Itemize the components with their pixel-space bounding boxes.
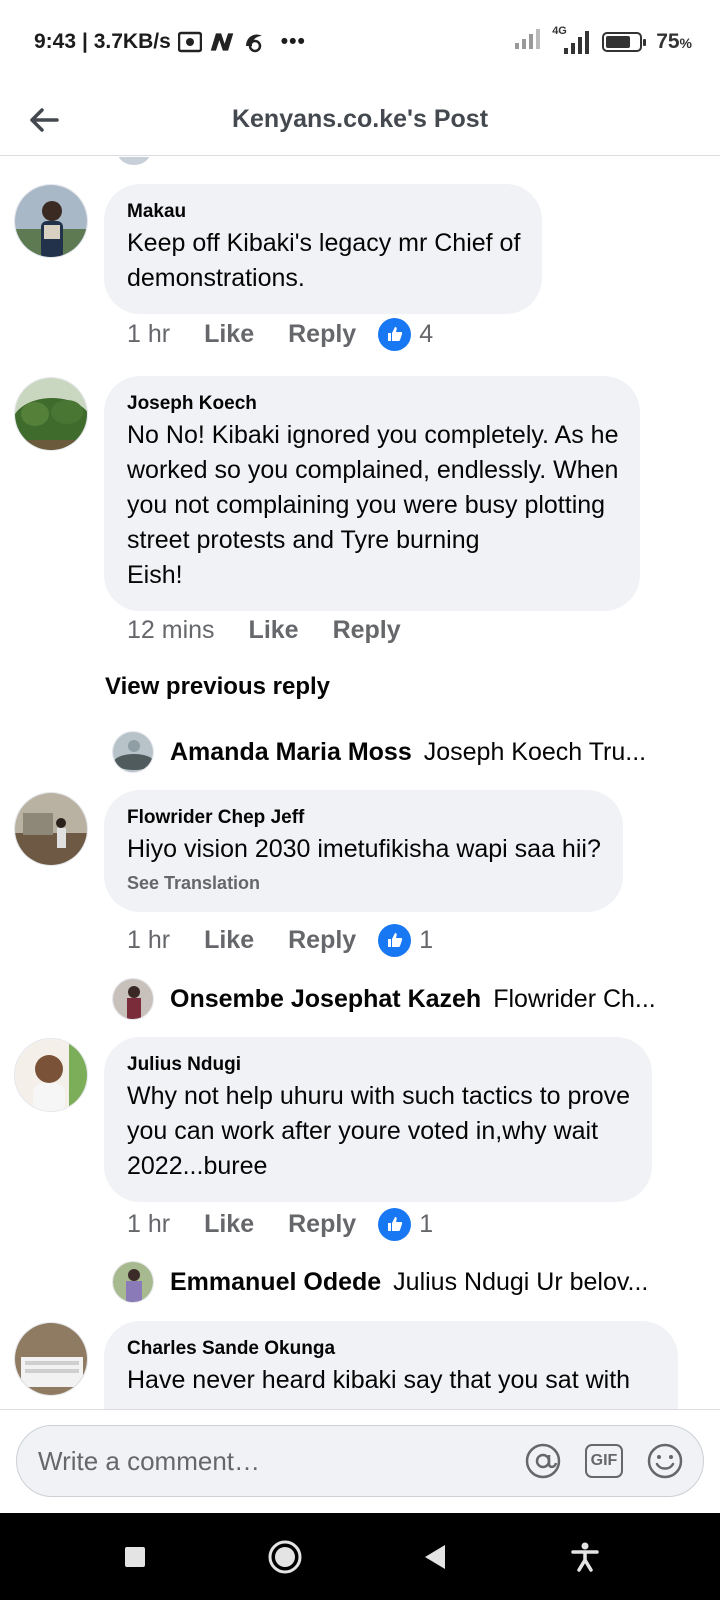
avatar[interactable] <box>14 1038 88 1112</box>
comment-author[interactable]: Flowrider Chep Jeff <box>127 804 601 832</box>
avatar <box>112 1261 154 1303</box>
notification-icon <box>177 30 203 54</box>
comment-author[interactable]: Joseph Koech <box>127 390 618 418</box>
smiley-icon[interactable] <box>645 1441 685 1481</box>
thumbs-up-icon <box>378 317 412 351</box>
comment-time[interactable]: 12 mins <box>127 616 215 645</box>
like-button[interactable]: Like <box>204 926 254 955</box>
comment-time[interactable]: 1 hr <box>127 320 170 349</box>
back-button[interactable] <box>0 84 90 156</box>
system-nav-bar <box>0 1513 720 1600</box>
comment-input[interactable] <box>38 1445 523 1477</box>
comment-text: Keep off Kibaki's legacy mr Chief of dem… <box>127 229 521 292</box>
reaction-count[interactable]: 1 <box>378 923 433 957</box>
network-speed: | 3.7KB/s <box>82 30 171 53</box>
comment-bubble[interactable]: Joseph Koech No No! Kibaki ignored you c… <box>104 376 641 611</box>
comment-actions: 1 hr Like Reply 1 <box>127 920 433 960</box>
reply-preview: Julius Ndugi Ur belov... <box>393 1267 649 1296</box>
reply-author: Emmanuel Odede <box>170 1267 382 1296</box>
reply-author: Onsembe Josephat Kazeh <box>170 984 482 1013</box>
comment-author[interactable]: Charles Sande Okunga <box>127 1335 656 1363</box>
reply-summary[interactable]: Onsembe Josephat Kazeh Flowrider Ch... <box>112 976 672 1022</box>
post-header: Kenyans.co.ke's Post <box>0 84 720 156</box>
gif-button[interactable]: GIF <box>585 1444 623 1478</box>
recents-button[interactable] <box>105 1527 165 1587</box>
accessibility-button[interactable] <box>555 1527 615 1587</box>
back-arrow-icon <box>30 107 59 132</box>
comment-text: Hiyo vision 2030 imetufikisha wapi saa h… <box>127 835 601 863</box>
app-notification-icon <box>241 30 267 54</box>
comment-text: Have never heard kibaki say that you sat… <box>127 1366 631 1394</box>
comment-bubble[interactable]: Charles Sande Okunga Have never heard ki… <box>104 1321 678 1409</box>
at-sign-icon[interactable] <box>523 1441 563 1481</box>
reply-button[interactable]: Reply <box>288 926 356 955</box>
status-left: 9:43 | 3.7KB/s ••• <box>34 30 306 54</box>
reply-preview: Flowrider Ch... <box>493 984 656 1013</box>
avatar[interactable] <box>14 377 88 451</box>
comment-input-box[interactable]: GIF <box>16 1425 704 1497</box>
reply-summary[interactable]: Amanda Maria Moss Joseph Koech Tru... <box>112 729 672 775</box>
home-circle-icon <box>268 1540 302 1573</box>
composer-icons: GIF <box>523 1441 685 1481</box>
signal-4g-icon: 4G <box>552 25 592 55</box>
triangle-back-icon <box>425 1544 445 1569</box>
like-button[interactable]: Like <box>204 320 254 349</box>
like-button[interactable]: Like <box>204 1210 254 1239</box>
reaction-count[interactable]: 4 <box>378 317 433 351</box>
comment-time[interactable]: 1 hr <box>127 1210 170 1239</box>
cut-off-content <box>175 157 615 159</box>
home-button[interactable] <box>255 1527 315 1587</box>
comment-bubble[interactable]: Julius Ndugi Why not help uhuru with suc… <box>104 1037 653 1202</box>
reply-summary[interactable]: Emmanuel Odede Julius Ndugi Ur belov... <box>112 1259 672 1305</box>
comment-actions: 1 hr Like Reply 4 <box>127 314 433 354</box>
battery-icon <box>602 32 647 52</box>
comment-time[interactable]: 1 hr <box>127 926 170 955</box>
news-app-icon <box>209 30 235 54</box>
comments-feed[interactable]: Makau Keep off Kibaki's legacy mr Chief … <box>0 157 720 1409</box>
avatar[interactable] <box>14 184 88 258</box>
comment-author[interactable]: Julius Ndugi <box>127 1051 630 1079</box>
thumbs-up-icon <box>378 923 412 957</box>
status-time: 9:43 <box>34 30 77 53</box>
back-nav-button[interactable] <box>405 1527 465 1587</box>
comment-bubble[interactable]: Makau Keep off Kibaki's legacy mr Chief … <box>104 184 543 314</box>
avatar[interactable] <box>14 792 88 866</box>
see-translation-link[interactable]: See Translation <box>127 873 601 894</box>
status-bar: 9:43 | 3.7KB/s ••• 4G 75% <box>0 0 720 84</box>
status-right: 4G 75% <box>514 25 692 56</box>
thumbs-up-icon <box>378 1207 412 1241</box>
page-title: Kenyans.co.ke's Post <box>231 105 489 133</box>
more-notifications-icon: ••• <box>280 30 306 53</box>
comment-text: No No! Kibaki ignored you completely. As… <box>127 421 619 589</box>
accessibility-icon <box>571 1542 599 1572</box>
avatar[interactable] <box>14 1322 88 1396</box>
signal-icon <box>514 28 542 56</box>
view-previous-reply[interactable]: View previous reply <box>105 673 330 701</box>
cut-off-avatar <box>118 157 150 165</box>
reply-button[interactable]: Reply <box>333 616 401 645</box>
battery-percent: 75% <box>656 30 692 53</box>
reply-button[interactable]: Reply <box>288 1210 356 1239</box>
comment-composer: GIF <box>0 1409 720 1513</box>
reaction-count[interactable]: 1 <box>378 1207 433 1241</box>
comment-text: Why not help uhuru with such tactics to … <box>127 1082 631 1180</box>
comment-actions: 1 hr Like Reply 1 <box>127 1204 433 1244</box>
reply-author: Amanda Maria Moss <box>170 737 412 766</box>
avatar <box>112 978 154 1020</box>
comment-actions: 12 mins Like Reply <box>127 610 435 650</box>
like-button[interactable]: Like <box>249 616 299 645</box>
square-icon <box>125 1546 145 1567</box>
reply-preview: Joseph Koech Tru... <box>423 737 647 766</box>
comment-author[interactable]: Makau <box>127 198 520 226</box>
reply-button[interactable]: Reply <box>288 320 356 349</box>
battery-fill <box>606 36 631 48</box>
avatar <box>112 731 154 773</box>
comment-bubble[interactable]: Flowrider Chep Jeff Hiyo vision 2030 ime… <box>104 790 623 912</box>
